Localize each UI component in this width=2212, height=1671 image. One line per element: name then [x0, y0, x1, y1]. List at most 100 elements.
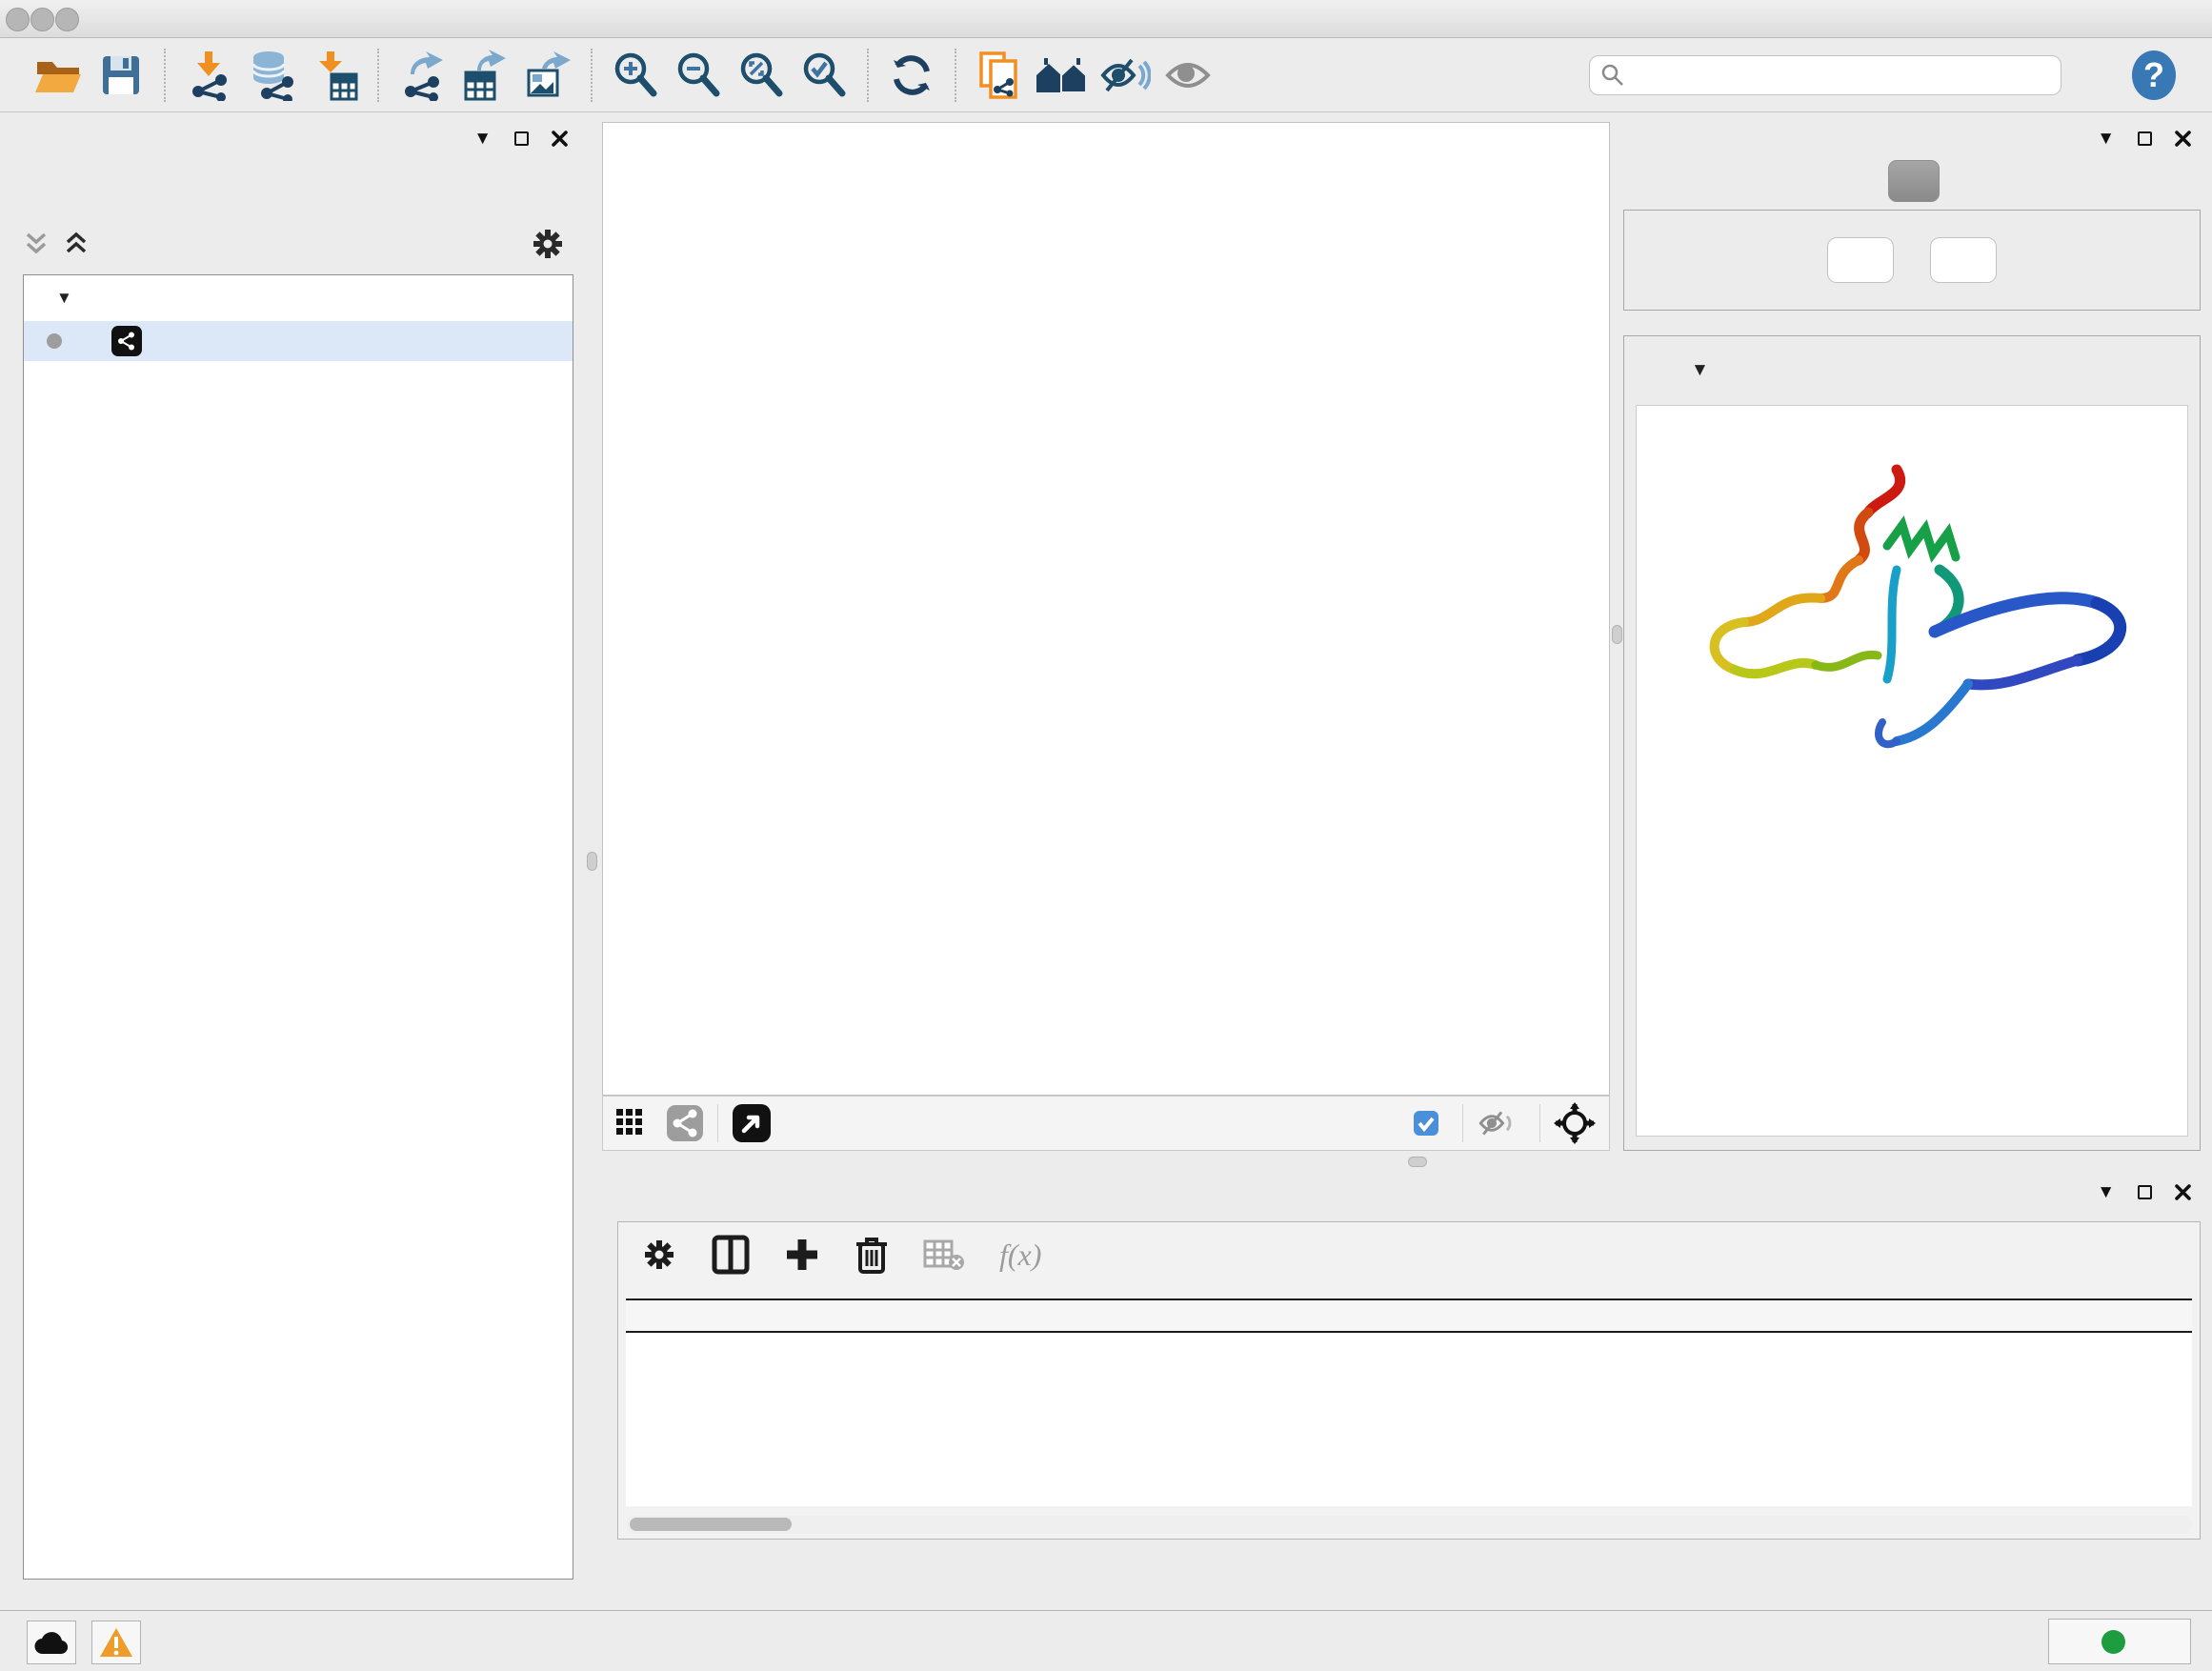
gene-details — [1636, 405, 2188, 1137]
collection-expand-icon[interactable]: ▼ — [56, 289, 72, 308]
search-input[interactable] — [1589, 55, 2061, 95]
float-panel-icon[interactable] — [2138, 1185, 2152, 1199]
table-toolbar: f(x) — [641, 1230, 1041, 1279]
collapse-all-icon[interactable] — [23, 230, 50, 258]
share-view-icon[interactable] — [666, 1104, 704, 1142]
table-panel-header: ▼ — [610, 1174, 2206, 1210]
collapse-all-button[interactable] — [1930, 237, 1997, 283]
table-settings-gear-icon[interactable] — [641, 1237, 677, 1273]
network-row-selected[interactable] — [24, 321, 573, 361]
gene-expand-icon[interactable]: ▼ — [1691, 360, 1709, 381]
minimize-window-button[interactable] — [30, 8, 54, 31]
function-builder-icon[interactable]: f(x) — [999, 1238, 1041, 1273]
save-session-button[interactable] — [90, 46, 152, 105]
zoom-selected-icon — [800, 51, 848, 99]
expand-all-icon[interactable] — [63, 230, 90, 258]
panel-menu-icon[interactable]: ▼ — [473, 130, 492, 148]
apply-layout-button[interactable] — [880, 46, 943, 105]
save-icon — [98, 52, 144, 98]
toolbar-separator — [955, 49, 956, 102]
home-button[interactable] — [1031, 46, 1094, 105]
search-field-wrap — [1589, 55, 2061, 95]
network-tree: ▼ — [23, 274, 573, 1580]
table-header-row — [626, 1299, 2192, 1333]
export-table-button[interactable] — [453, 46, 516, 105]
memory-status-dot — [2101, 1630, 2125, 1654]
trash-icon[interactable] — [855, 1235, 889, 1275]
zoom-in-button[interactable] — [604, 46, 667, 105]
grid-mode-icon[interactable] — [616, 1109, 651, 1137]
splitter-handle[interactable] — [587, 852, 597, 871]
delete-table-icon[interactable] — [923, 1238, 965, 1272]
warnings-button[interactable] — [91, 1621, 141, 1664]
network-view[interactable] — [602, 122, 1610, 1096]
hide-selected-button[interactable] — [1094, 46, 1156, 105]
zoom-selected-button[interactable] — [793, 46, 855, 105]
scrollbar-thumb[interactable] — [630, 1518, 792, 1531]
detach-view-icon[interactable] — [732, 1103, 772, 1143]
export-network-icon — [397, 50, 447, 101]
selected-checkbox-icon[interactable] — [1413, 1110, 1439, 1137]
table-row[interactable] — [626, 1333, 2192, 1369]
warning-icon — [99, 1627, 133, 1658]
toolbar-separator — [591, 49, 593, 102]
current-network-dot — [47, 333, 62, 349]
zoom-out-button[interactable] — [667, 46, 730, 105]
title-bar — [0, 0, 2212, 38]
import-table-icon — [311, 50, 358, 101]
import-network-file-button[interactable] — [177, 46, 240, 105]
birds-eye-icon[interactable] — [1554, 1102, 1596, 1144]
float-panel-icon[interactable] — [514, 131, 529, 146]
results-panel: ▼ ▼ — [1621, 120, 2206, 1168]
node-table — [626, 1299, 2192, 1506]
first-neighbors-button[interactable] — [968, 46, 1031, 105]
toolbar-separator — [867, 49, 869, 102]
export-table-icon — [460, 50, 510, 101]
memory-button[interactable] — [2048, 1619, 2191, 1664]
panel-menu-icon[interactable]: ▼ — [2097, 130, 2115, 148]
gear-icon[interactable] — [530, 226, 566, 262]
close-panel-icon[interactable] — [552, 131, 568, 147]
eye-slash-icon — [1099, 54, 1151, 96]
float-panel-icon[interactable] — [2138, 131, 2152, 146]
import-table-button[interactable] — [303, 46, 366, 105]
zoom-out-icon — [674, 51, 722, 99]
gene-header[interactable]: ▼ — [1624, 336, 2200, 405]
close-panel-icon[interactable] — [2175, 131, 2191, 147]
close-panel-icon[interactable] — [2175, 1184, 2191, 1200]
network-selection-bar — [23, 223, 573, 265]
main-toolbar: ? — [0, 39, 2212, 112]
splitter-handle[interactable] — [1408, 1157, 1427, 1167]
import-network-database-button[interactable] — [240, 46, 303, 105]
tab-string[interactable] — [1888, 160, 1940, 202]
help-button[interactable]: ? — [2122, 46, 2185, 105]
expand-all-button[interactable] — [1827, 237, 1894, 283]
table-panel: ▼ — [610, 1174, 2206, 1601]
cytoscape-window: ? ▼ — [0, 0, 2212, 1671]
toolbar-separator — [377, 49, 379, 102]
footer-separator — [717, 1104, 718, 1142]
results-actions — [1623, 210, 2201, 311]
protein-structure-image — [1654, 455, 2173, 806]
network-collection-row[interactable]: ▼ — [24, 275, 573, 321]
show-columns-icon[interactable] — [712, 1235, 750, 1275]
show-all-button[interactable] — [1156, 46, 1219, 105]
first-neighbors-icon — [975, 50, 1023, 101]
control-panel: ▼ — [10, 120, 583, 1593]
database-import-icon — [246, 50, 297, 101]
zoom-window-button[interactable] — [55, 8, 79, 31]
open-session-button[interactable] — [27, 46, 90, 105]
close-window-button[interactable] — [6, 8, 30, 31]
cloud-status-button[interactable] — [27, 1621, 76, 1664]
add-icon[interactable] — [784, 1237, 820, 1273]
eye-icon — [1162, 54, 1214, 96]
houses-icon — [1035, 54, 1090, 96]
table-horizontal-scrollbar[interactable] — [626, 1516, 2192, 1533]
toolbar-separator — [164, 49, 166, 102]
export-network-button[interactable] — [391, 46, 453, 105]
zoom-fit-button[interactable] — [730, 46, 793, 105]
panel-menu-icon[interactable]: ▼ — [2097, 1183, 2115, 1201]
import-network-icon — [185, 50, 232, 101]
export-image-button[interactable] — [516, 46, 579, 105]
table-container: f(x) — [617, 1221, 2201, 1540]
